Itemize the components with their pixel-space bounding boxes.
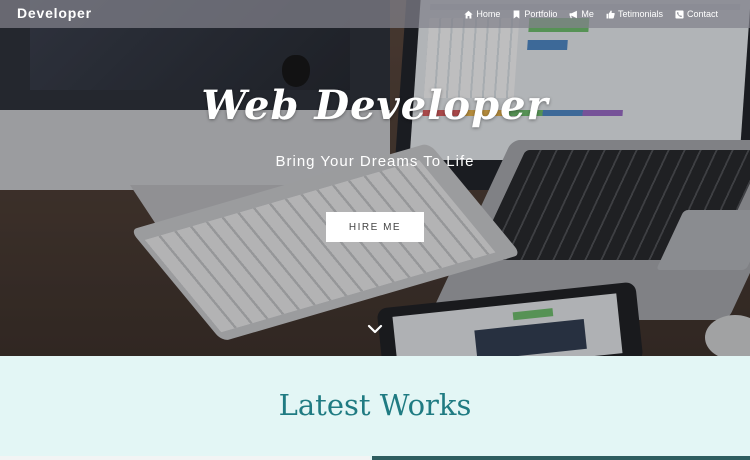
nav-item-label: Contact [686,9,718,19]
nav-item-label: Home [476,9,501,19]
latest-works-section: Latest Works [0,356,750,460]
bookmark-icon [514,10,520,19]
nav-item-home[interactable]: Home [464,9,500,19]
hero-section: Web Developer Bring Your Dreams To Life … [0,0,750,356]
section-title: Latest Works [278,388,472,422]
hero-overlay [0,0,750,356]
navbar: Developer Home Portfolio Me Tetimonials … [0,0,750,28]
nav-item-label: Portfolio [524,9,558,19]
megaphone-icon [569,10,578,18]
nav-menu: Home Portfolio Me Tetimonials Contact [464,0,718,28]
home-icon [464,10,474,18]
nav-item-me[interactable]: Me [569,9,594,19]
chevron-down-icon[interactable] [366,322,384,336]
work-thumbnail[interactable] [372,456,750,460]
nav-item-label: Me [581,9,594,19]
work-thumbnail[interactable] [0,456,370,460]
hire-me-button[interactable]: HIRE ME [326,212,424,242]
thumbs-up-icon [606,10,615,18]
nav-item-portfolio[interactable]: Portfolio [512,9,557,19]
phone-icon [675,9,684,19]
hero-subtitle: Bring Your Dreams To Life [275,153,475,170]
nav-item-testimonials[interactable]: Tetimonials [606,9,663,19]
nav-item-label: Tetimonials [617,9,663,19]
hero-title: Web Developer [201,82,549,129]
brand-logo[interactable]: Developer [17,5,92,21]
nav-item-contact[interactable]: Contact [675,9,718,19]
